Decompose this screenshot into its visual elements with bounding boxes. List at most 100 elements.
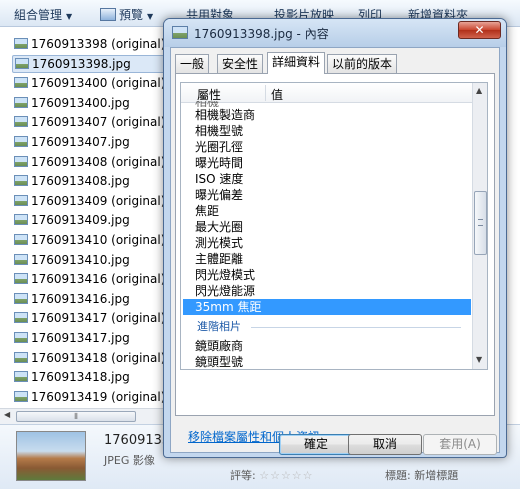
- dialog-body: 一般 安全性 詳細資料 以前的版本 屬性 值 相機 相機製造商相機型號光圈孔徑曝…: [170, 47, 500, 455]
- property-row[interactable]: 相機製造商: [183, 107, 471, 123]
- horizontal-scrollbar[interactable]: ◀ ⦀: [0, 408, 170, 424]
- property-row[interactable]: 主體距離: [183, 251, 471, 267]
- apply-button[interactable]: 套用(A): [423, 434, 497, 455]
- file-name: 1760913409 (original).jpg: [31, 193, 170, 208]
- grip-icon: [478, 219, 483, 226]
- file-name: 1760913398.jpg: [32, 56, 131, 71]
- tab-security[interactable]: 安全性: [217, 54, 264, 73]
- file-list-item[interactable]: 1760913410 (original).jpg: [12, 231, 170, 249]
- preview-label: 預覽: [119, 8, 144, 22]
- image-file-icon: [14, 214, 28, 226]
- organize-menu[interactable]: 組合管理 ▼: [14, 6, 72, 23]
- image-file-icon: [14, 136, 28, 147]
- ok-button[interactable]: 確定: [279, 434, 353, 455]
- image-file-icon: [14, 155, 28, 167]
- dialog-title: 1760913398.jpg - 內容: [194, 27, 329, 41]
- file-name: 1760913407.jpg: [31, 135, 130, 149]
- property-row[interactable]: 最大光圈: [183, 219, 471, 235]
- image-file-icon: [14, 351, 28, 363]
- file-list-item[interactable]: 1760913400 (original).jpg: [12, 74, 170, 92]
- image-file-icon: [14, 175, 28, 187]
- property-row[interactable]: 焦距: [183, 203, 471, 219]
- file-list-item[interactable]: 1760913418.jpg: [12, 368, 170, 386]
- file-list-item[interactable]: 1760913410.jpg: [12, 251, 170, 269]
- image-file-icon: [14, 96, 28, 108]
- file-name: 1760913418.jpg: [31, 370, 130, 385]
- file-list-item[interactable]: 1760913416.jpg: [12, 290, 170, 308]
- title-field[interactable]: 標題: 新增標題: [385, 467, 458, 483]
- scroll-up-icon[interactable]: ▲: [476, 86, 482, 95]
- file-list-item[interactable]: 1760913417 (original).jpg: [12, 309, 170, 327]
- image-file-icon: [14, 234, 28, 245]
- scrollbar-thumb[interactable]: ⦀: [16, 411, 136, 422]
- image-file-icon: [172, 26, 188, 39]
- column-header-value[interactable]: 值: [271, 86, 283, 103]
- file-list-item[interactable]: 1760913416 (original).jpg: [12, 270, 170, 288]
- file-name: 1760913417 (original).jpg: [31, 311, 170, 326]
- file-name: 1760913418 (original).jpg: [31, 350, 170, 365]
- scroll-down-icon[interactable]: ▼: [476, 355, 482, 364]
- title-value[interactable]: 新增標題: [414, 469, 458, 482]
- file-list-item[interactable]: 1760913408 (original).jpg: [12, 153, 170, 171]
- file-list-item[interactable]: 1760913398.jpg: [12, 54, 170, 73]
- image-file-icon: [14, 194, 28, 206]
- column-divider[interactable]: [265, 85, 266, 101]
- property-row[interactable]: 閃光燈模式: [183, 267, 471, 283]
- property-row[interactable]: 閃光燈能源: [183, 283, 471, 299]
- file-list-item[interactable]: 1760913408.jpg: [12, 172, 170, 190]
- property-row[interactable]: 35mm 焦距: [183, 299, 471, 315]
- image-file-icon: [14, 38, 28, 49]
- photo-thumbnail: [16, 431, 86, 481]
- rating-field[interactable]: 評等: ☆☆☆☆☆: [230, 467, 314, 483]
- tab-label: 一般: [180, 57, 205, 71]
- property-row[interactable]: 曝光偏差: [183, 187, 471, 203]
- preview-menu[interactable]: 預覽 ▼: [100, 6, 153, 23]
- group-divider: [251, 327, 461, 328]
- rating-stars[interactable]: ☆☆☆☆☆: [259, 469, 313, 482]
- close-button[interactable]: ✕: [458, 21, 501, 39]
- tab-previous-versions[interactable]: 以前的版本: [327, 54, 398, 73]
- file-list-item[interactable]: 1760913417.jpg: [12, 329, 170, 347]
- property-row[interactable]: ISO 速度: [183, 171, 471, 187]
- file-list-item[interactable]: 1760913407.jpg: [12, 133, 170, 151]
- image-file-icon: [14, 312, 28, 324]
- scroll-left-icon[interactable]: ◀: [4, 410, 10, 419]
- chevron-down-icon: ▼: [66, 12, 73, 21]
- file-list-item[interactable]: 1760913418 (original).jpg: [12, 349, 170, 367]
- chevron-down-icon: ▼: [147, 12, 154, 21]
- file-list-item[interactable]: 1760913419 (original).jpg: [12, 388, 170, 406]
- group-header-advanced-photo: 進階相片: [197, 320, 241, 333]
- vertical-scrollbar[interactable]: ▲ ▼: [472, 83, 487, 369]
- dialog-titlebar[interactable]: 1760913398.jpg - 內容 ✕: [164, 19, 506, 47]
- image-file-icon: [14, 253, 28, 265]
- tab-label: 詳細資料: [272, 55, 321, 69]
- file-name: 1760913398 (original).jpg: [31, 37, 170, 51]
- property-list-header: 屬性 值: [181, 83, 472, 103]
- property-row[interactable]: 鏡頭型號: [183, 354, 471, 369]
- property-row[interactable]: 鏡頭廠商: [183, 338, 471, 354]
- file-list-item[interactable]: 1760913407 (original).jpg: [12, 113, 170, 131]
- properties-dialog: 1760913398.jpg - 內容 ✕ 一般 安全性 詳細資料 以前的版本 …: [163, 18, 507, 458]
- image-file-icon: [14, 116, 28, 128]
- cancel-button[interactable]: 取消: [348, 434, 422, 455]
- rating-label: 評等:: [230, 469, 256, 482]
- image-file-icon: [14, 371, 28, 383]
- property-row[interactable]: 測光模式: [183, 235, 471, 251]
- file-list-item[interactable]: 1760913398 (original).jpg: [12, 35, 170, 53]
- file-list-item[interactable]: 1760913400.jpg: [12, 94, 170, 112]
- property-row[interactable]: 相機型號: [183, 123, 471, 139]
- image-file-icon: [14, 273, 28, 285]
- tab-general[interactable]: 一般: [175, 54, 210, 73]
- file-name: 1760913417.jpg: [31, 331, 130, 345]
- tab-details[interactable]: 詳細資料: [267, 52, 326, 74]
- property-row[interactable]: 光圈孔徑: [183, 139, 471, 155]
- scrollbar-thumb[interactable]: [474, 191, 487, 255]
- file-list-item[interactable]: 1760913409 (original).jpg: [12, 192, 170, 210]
- image-file-icon: [15, 57, 29, 69]
- property-list[interactable]: 屬性 值 相機 相機製造商相機型號光圈孔徑曝光時間ISO 速度曝光偏差焦距最大光…: [180, 82, 488, 370]
- details-tab-panel: 屬性 值 相機 相機製造商相機型號光圈孔徑曝光時間ISO 速度曝光偏差焦距最大光…: [175, 73, 495, 444]
- file-list-item[interactable]: 1760913409.jpg: [12, 211, 170, 229]
- property-row[interactable]: 曝光時間: [183, 155, 471, 171]
- details-file-type: JPEG 影像: [104, 454, 155, 467]
- details-file-name: 17609133: [104, 433, 171, 448]
